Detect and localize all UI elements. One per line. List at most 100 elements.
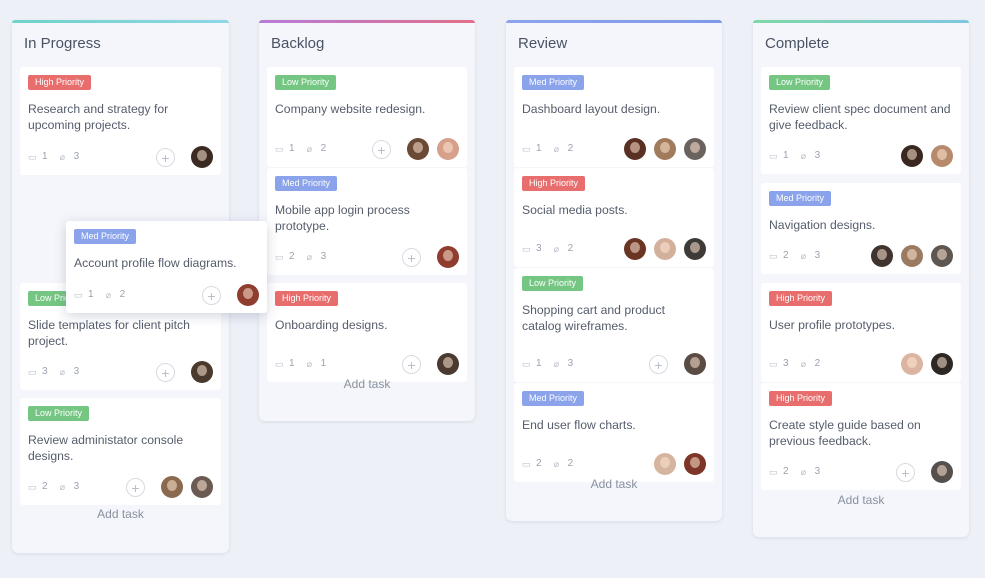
avatar[interactable] bbox=[684, 353, 706, 375]
assignees: + bbox=[896, 461, 953, 483]
comment-count: 3 bbox=[42, 366, 48, 377]
comment-icon: ▭ bbox=[275, 358, 284, 369]
task-title: Research and strategy for upcoming proje… bbox=[28, 102, 169, 132]
task-card[interactable]: Low Priority Review client spec document … bbox=[761, 67, 961, 174]
paperclip-icon: ⌀ bbox=[800, 250, 806, 261]
avatar[interactable] bbox=[191, 146, 213, 168]
paperclip-icon: ⌀ bbox=[800, 150, 806, 161]
avatar[interactable] bbox=[624, 138, 646, 160]
avatar[interactable] bbox=[684, 238, 706, 260]
task-card[interactable]: Med Priority Navigation designs. ▭ 2 ⌀ 3 bbox=[761, 183, 961, 274]
avatar[interactable] bbox=[931, 245, 953, 267]
task-card[interactable]: High Priority User profile prototypes. ▭ 3 ⌀… bbox=[761, 283, 961, 382]
avatar[interactable] bbox=[437, 353, 459, 375]
add-assignee-button[interactable]: + bbox=[896, 462, 915, 482]
avatar[interactable] bbox=[191, 361, 213, 383]
add-task-button[interactable]: Add task bbox=[753, 493, 969, 507]
task-meta: ▭ 1 ⌀ 2 bbox=[522, 143, 585, 154]
comment-icon: ▭ bbox=[74, 289, 83, 300]
avatar[interactable] bbox=[654, 238, 676, 260]
priority-badge: Med Priority bbox=[522, 75, 585, 90]
avatar[interactable] bbox=[901, 245, 923, 267]
add-assignee-button[interactable]: + bbox=[156, 147, 175, 167]
add-task-button[interactable]: Add task bbox=[259, 377, 475, 391]
comment-count: 1 bbox=[536, 358, 542, 369]
task-card[interactable]: High Priority Create style guide based on… bbox=[761, 383, 961, 490]
paperclip-icon: ⌀ bbox=[306, 358, 312, 369]
assignees: + bbox=[402, 353, 459, 375]
comment-icon: ▭ bbox=[28, 151, 37, 162]
avatar[interactable] bbox=[437, 138, 459, 160]
add-assignee-button[interactable]: + bbox=[649, 354, 668, 374]
task-card[interactable]: Med Priority End user flow charts. ▭ 2 ⌀ 2 bbox=[514, 383, 714, 482]
add-task-button[interactable]: Add task bbox=[506, 477, 722, 491]
attachment-count: 2 bbox=[567, 458, 574, 469]
task-card[interactable]: High Priority Research and strategy for u… bbox=[20, 67, 221, 175]
add-assignee-button[interactable]: + bbox=[372, 139, 391, 159]
task-card[interactable]: Med Priority Dashboard layout design. ▭ 1 ⌀ 2 bbox=[514, 67, 714, 167]
add-assignee-button[interactable]: + bbox=[202, 285, 221, 305]
task-meta: ▭ 2 ⌀ 2 bbox=[522, 458, 585, 469]
task-title: Review administator console designs. bbox=[28, 433, 184, 463]
comment-count: 2 bbox=[783, 466, 789, 477]
paperclip-icon: ⌀ bbox=[553, 358, 559, 369]
avatar[interactable] bbox=[931, 461, 953, 483]
avatar[interactable] bbox=[407, 138, 429, 160]
avatar[interactable] bbox=[684, 138, 706, 160]
task-meta: ▭ 1 ⌀ 3 bbox=[522, 358, 585, 369]
avatar[interactable] bbox=[624, 238, 646, 260]
task-card[interactable]: Med Priority Account profile flow diagram… bbox=[66, 221, 267, 313]
avatar[interactable] bbox=[901, 145, 923, 167]
task-card[interactable]: High Priority Onboarding designs. ▭ 1 ⌀ 1 + bbox=[267, 283, 467, 382]
priority-badge: High Priority bbox=[275, 291, 339, 306]
task-meta: ▭ 1 ⌀ 3 bbox=[28, 151, 91, 162]
avatar[interactable] bbox=[684, 453, 706, 475]
task-card[interactable]: Low Priority Review administator console … bbox=[20, 398, 221, 505]
add-task-button[interactable]: Add task bbox=[12, 507, 229, 521]
task-card[interactable]: High Priority Social media posts. ▭ 3 ⌀ 2 bbox=[514, 168, 714, 267]
task-meta: ▭ 1 ⌀ 3 bbox=[769, 150, 832, 161]
attachment-count: 3 bbox=[73, 151, 80, 162]
comment-count: 1 bbox=[42, 151, 48, 162]
avatar[interactable] bbox=[161, 476, 183, 498]
comment-count: 1 bbox=[536, 143, 542, 154]
paperclip-icon: ⌀ bbox=[306, 143, 312, 154]
avatar[interactable] bbox=[654, 138, 676, 160]
avatar[interactable] bbox=[437, 246, 459, 268]
task-card[interactable]: Med Priority Mobile app login process pro… bbox=[267, 168, 467, 275]
avatar[interactable] bbox=[871, 245, 893, 267]
add-assignee-button[interactable]: + bbox=[402, 247, 421, 267]
add-assignee-button[interactable]: + bbox=[402, 354, 421, 374]
comment-count: 2 bbox=[536, 458, 542, 469]
avatar[interactable] bbox=[654, 453, 676, 475]
task-title: Create style guide based on previous fee… bbox=[769, 418, 921, 448]
task-title: Shopping cart and product catalog wirefr… bbox=[522, 303, 665, 333]
avatar[interactable] bbox=[901, 353, 923, 375]
priority-badge: Low Priority bbox=[28, 406, 90, 421]
avatar[interactable] bbox=[237, 284, 259, 306]
attachment-count: 2 bbox=[119, 289, 126, 300]
attachment-count: 3 bbox=[73, 366, 80, 377]
task-title: Navigation designs. bbox=[769, 218, 876, 232]
comment-icon: ▭ bbox=[522, 458, 531, 469]
attachment-count: 2 bbox=[814, 358, 821, 369]
comment-icon: ▭ bbox=[28, 366, 37, 377]
comment-count: 2 bbox=[42, 481, 48, 492]
comment-icon: ▭ bbox=[769, 466, 778, 477]
comment-icon: ▭ bbox=[522, 143, 531, 154]
comment-count: 2 bbox=[783, 250, 789, 261]
task-meta: ▭ 1 ⌀ 2 bbox=[74, 289, 137, 300]
task-card[interactable]: Low Priority Company website redesign. ▭ 1 ⌀… bbox=[267, 67, 467, 167]
add-assignee-button[interactable]: + bbox=[156, 362, 175, 382]
task-title: Account profile flow diagrams. bbox=[74, 256, 237, 270]
comment-icon: ▭ bbox=[522, 243, 531, 254]
task-card[interactable]: Low Priority Shopping cart and product ca… bbox=[514, 268, 714, 382]
task-meta: ▭ 3 ⌀ 3 bbox=[28, 366, 91, 377]
task-title: Onboarding designs. bbox=[275, 318, 388, 332]
avatar[interactable] bbox=[931, 353, 953, 375]
add-assignee-button[interactable]: + bbox=[126, 477, 145, 497]
avatar[interactable] bbox=[191, 476, 213, 498]
avatar[interactable] bbox=[931, 145, 953, 167]
priority-badge: Med Priority bbox=[74, 229, 137, 244]
priority-badge: Med Priority bbox=[522, 391, 585, 406]
